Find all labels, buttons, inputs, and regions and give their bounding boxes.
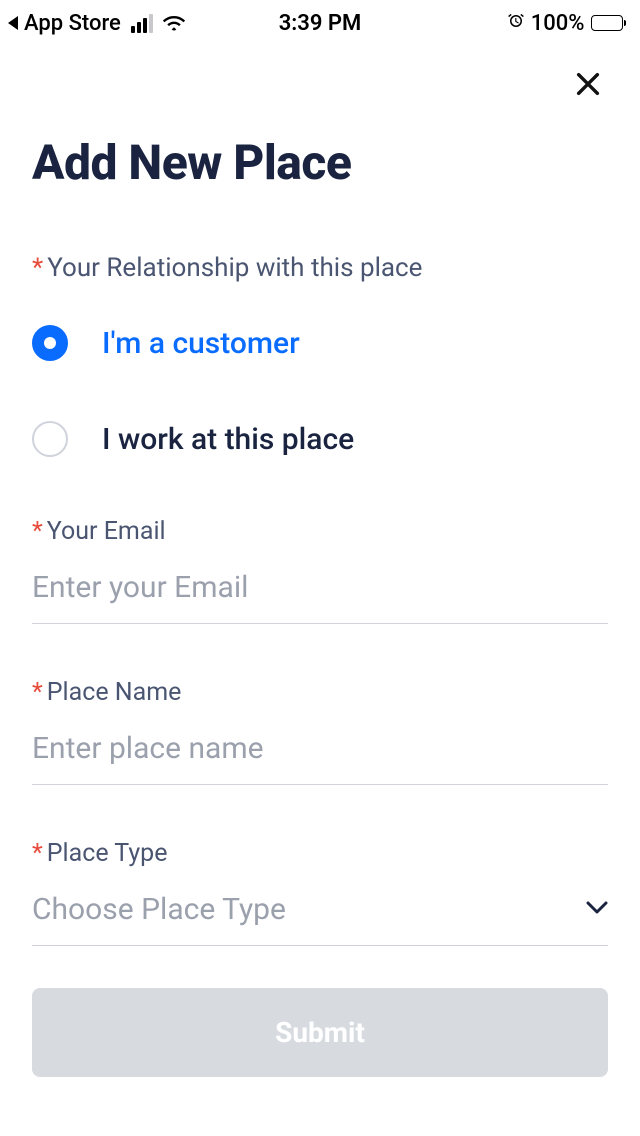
- status-bar-right: 100%: [507, 11, 626, 36]
- page-title: Add New Place: [32, 134, 608, 191]
- radio-indicator: [32, 421, 68, 457]
- close-button[interactable]: [568, 64, 608, 104]
- close-icon: [572, 68, 604, 100]
- radio-label: I work at this place: [102, 422, 354, 457]
- relationship-radio-group: I'm a customer I work at this place: [32, 325, 608, 457]
- email-input[interactable]: [32, 562, 608, 624]
- cellular-signal-icon: [131, 14, 153, 33]
- radio-option-work-here[interactable]: I work at this place: [32, 421, 608, 457]
- clock: 3:39 PM: [279, 11, 362, 36]
- relationship-label: *Your Relationship with this place: [32, 253, 608, 283]
- place-name-field-group: *Place Name: [32, 678, 608, 785]
- place-name-label: *Place Name: [32, 678, 608, 707]
- place-type-select[interactable]: Choose Place Type: [32, 884, 608, 946]
- battery-icon: [591, 15, 627, 31]
- email-label: *Your Email: [32, 517, 608, 546]
- submit-button[interactable]: Submit: [32, 988, 608, 1077]
- required-asterisk: *: [32, 678, 43, 707]
- place-type-label: *Place Type: [32, 839, 608, 868]
- required-asterisk: *: [32, 253, 43, 283]
- radio-label: I'm a customer: [102, 326, 300, 361]
- status-bar: App Store 3:39 PM 100%: [0, 0, 640, 44]
- required-asterisk: *: [32, 839, 43, 868]
- place-type-placeholder: Choose Place Type: [32, 892, 286, 927]
- back-app-label: App Store: [24, 11, 121, 36]
- place-name-input[interactable]: [32, 723, 608, 785]
- status-bar-left[interactable]: App Store: [8, 11, 185, 36]
- alarm-icon: [507, 11, 525, 36]
- chevron-down-icon: [586, 900, 608, 919]
- radio-option-customer[interactable]: I'm a customer: [32, 325, 608, 361]
- back-caret-icon: [8, 16, 18, 30]
- radio-indicator: [32, 325, 68, 361]
- email-field-group: *Your Email: [32, 517, 608, 624]
- wifi-icon: [163, 15, 185, 31]
- battery-percentage: 100%: [531, 11, 585, 36]
- place-type-field-group: *Place Type Choose Place Type: [32, 839, 608, 946]
- required-asterisk: *: [32, 517, 43, 546]
